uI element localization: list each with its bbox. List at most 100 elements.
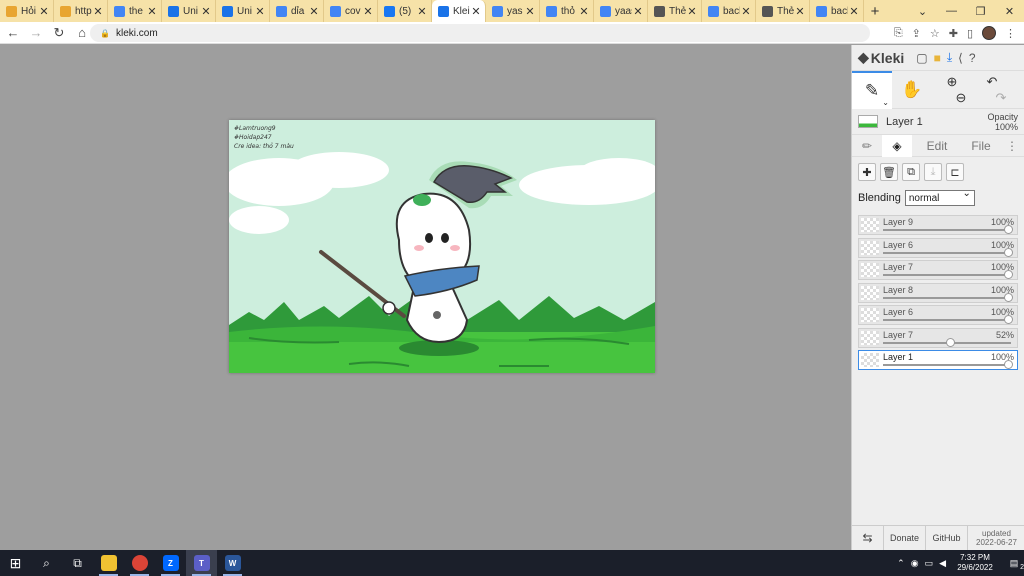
search-icon[interactable]: ⌕ — [31, 550, 62, 576]
duplicate-layer-button[interactable]: ⧉ — [902, 163, 920, 181]
close-window-button[interactable]: ✕ — [995, 0, 1024, 22]
drawing-canvas[interactable]: #Lamtruong9 #Hoidap247 Cre idea: thỏ 7 m… — [229, 120, 655, 373]
word-icon[interactable]: W — [217, 550, 248, 576]
new-image-icon[interactable]: ▢ — [916, 51, 927, 65]
close-tab-icon[interactable]: ✕ — [632, 5, 644, 18]
browser-tab[interactable]: yas ✕ — [486, 0, 540, 22]
layer-row[interactable]: Layer 7 100% — [858, 260, 1018, 280]
github-link[interactable]: GitHub — [926, 525, 968, 551]
close-tab-icon[interactable]: ✕ — [470, 5, 482, 18]
layer-opacity-slider[interactable] — [883, 319, 1011, 321]
zalo-icon[interactable]: Z — [155, 550, 186, 576]
notification-icon[interactable]: ▤ 2 — [1004, 558, 1024, 571]
close-tab-icon[interactable]: ✕ — [92, 5, 104, 18]
browser-tab[interactable]: Uni ✕ — [216, 0, 270, 22]
task-view-icon[interactable]: ⧉ — [62, 550, 93, 576]
slider-handle[interactable] — [1004, 315, 1013, 324]
translate-icon[interactable]: ⎘ — [894, 27, 903, 40]
slider-handle[interactable] — [1004, 225, 1013, 234]
browser-tab[interactable]: Hỏi ✕ — [0, 0, 54, 22]
close-tab-icon[interactable]: ✕ — [740, 5, 752, 18]
browser-tab[interactable]: (5) ✕ — [378, 0, 432, 22]
browser-tab[interactable]: dỉa ✕ — [270, 0, 324, 22]
browser-tab[interactable]: thỏ 7 m✕ — [540, 0, 594, 22]
slider-handle[interactable] — [1004, 270, 1013, 279]
chevron-up-icon[interactable]: ⌃ — [897, 558, 905, 569]
volume-icon[interactable]: ◀ — [939, 558, 946, 569]
layer-opacity-slider[interactable] — [883, 229, 1011, 231]
donate-link[interactable]: Donate — [884, 525, 926, 551]
browser-tab[interactable]: Uni ✕ — [162, 0, 216, 22]
restore-button[interactable]: ❐ — [966, 0, 995, 22]
browser-tab[interactable]: cov ✕ — [324, 0, 378, 22]
close-tab-icon[interactable]: ✕ — [686, 5, 698, 18]
chevron-down-icon[interactable]: ⌄ — [882, 98, 889, 107]
tab-search-icon[interactable]: ⌄ — [908, 0, 937, 22]
updated-info[interactable]: updated 2022-06-27 — [968, 526, 1024, 551]
browser-tab[interactable]: backgro✕ — [810, 0, 864, 22]
battery-icon[interactable]: ▭ — [925, 558, 934, 569]
browser-tab[interactable]: backgro✕ — [702, 0, 756, 22]
close-tab-icon[interactable]: ✕ — [146, 5, 158, 18]
tab-layers[interactable]: ◈ — [882, 134, 912, 157]
layer-row[interactable]: Layer 6 100% — [858, 237, 1018, 258]
forward-button[interactable]: → — [26, 23, 46, 43]
open-folder-icon[interactable]: ■ — [934, 51, 941, 65]
hand-tool[interactable]: ✋ — [892, 71, 932, 109]
share-icon[interactable]: ⟨ — [958, 51, 963, 65]
slider-handle[interactable] — [1004, 360, 1013, 369]
close-tab-icon[interactable]: ✕ — [362, 5, 374, 18]
slider-handle[interactable] — [945, 337, 955, 347]
back-button[interactable]: ← — [3, 23, 23, 43]
bookmark-star-icon[interactable]: ☆ — [930, 27, 940, 40]
browser-tab[interactable]: Thẻ mớ✕ — [756, 0, 810, 22]
browser-tab[interactable]: Thẻ mớ✕ — [648, 0, 702, 22]
tab-brush[interactable]: ✏ — [852, 135, 882, 157]
close-tab-icon[interactable]: ✕ — [200, 5, 212, 18]
merge-down-button[interactable]: ⤓ — [924, 163, 942, 181]
slider-handle[interactable] — [1004, 292, 1013, 302]
layer-row[interactable]: Layer 9 100% — [858, 215, 1018, 235]
undo-icon[interactable]: ↶ — [987, 74, 998, 90]
download-icon[interactable]: ⤓ — [947, 50, 952, 65]
browser-tab[interactable]: http ✕ — [54, 0, 108, 22]
sidepanel-icon[interactable]: ▯ — [967, 27, 973, 40]
blending-select[interactable]: normal — [904, 188, 975, 206]
layer-opacity-slider[interactable] — [883, 251, 1011, 254]
toggle-side-icon[interactable]: ⇆ — [852, 525, 884, 551]
profile-avatar[interactable] — [982, 26, 996, 40]
more-menu-icon[interactable]: ⋮ — [1000, 135, 1024, 157]
share-icon[interactable]: ⇪ — [912, 27, 921, 40]
close-tab-icon[interactable]: ✕ — [848, 5, 860, 18]
teams-icon[interactable]: T — [186, 550, 217, 576]
kleki-logo[interactable]: ◆ Kleki — [858, 49, 904, 66]
close-tab-icon[interactable]: ✕ — [578, 5, 590, 18]
extensions-icon[interactable]: ✚ — [949, 27, 958, 40]
zoom-out-icon[interactable]: ⊖ — [956, 90, 967, 106]
slider-handle[interactable] — [1004, 247, 1013, 257]
close-tab-icon[interactable]: ✕ — [416, 5, 428, 18]
zoom-in-icon[interactable]: ⊕ — [947, 74, 958, 90]
start-button[interactable]: ⊞ — [0, 550, 31, 576]
browser-menu-icon[interactable]: ⋮ — [1005, 27, 1016, 40]
file-explorer-icon[interactable] — [93, 550, 124, 576]
close-tab-icon[interactable]: ✕ — [254, 5, 266, 18]
help-icon[interactable]: ? — [969, 51, 976, 65]
drawing-workspace[interactable]: #Lamtruong9 #Hoidap247 Cre idea: thỏ 7 m… — [0, 45, 851, 550]
tab-file[interactable]: File — [962, 135, 1000, 157]
layer-opacity-slider[interactable] — [883, 274, 1011, 276]
browser-tab[interactable]: yaasuo✕ — [594, 0, 648, 22]
network-icon[interactable]: ◉ — [911, 558, 919, 569]
minimize-button[interactable]: — — [937, 0, 966, 22]
layer-opacity-slider[interactable] — [883, 296, 1011, 299]
layer-opacity-slider[interactable] — [883, 364, 1011, 366]
brush-tool[interactable]: ✎ ⌄ — [852, 70, 892, 109]
browser-tab[interactable]: Klei ✕ — [432, 0, 486, 22]
close-tab-icon[interactable]: ✕ — [308, 5, 320, 18]
rename-layer-button[interactable]: ⊏ — [946, 163, 964, 181]
close-tab-icon[interactable]: ✕ — [38, 5, 50, 18]
redo-icon[interactable]: ↷ — [996, 90, 1007, 106]
tab-edit[interactable]: Edit — [912, 135, 962, 157]
layer-row[interactable]: Layer 1 100% — [858, 350, 1018, 370]
chrome-icon[interactable] — [124, 550, 155, 576]
